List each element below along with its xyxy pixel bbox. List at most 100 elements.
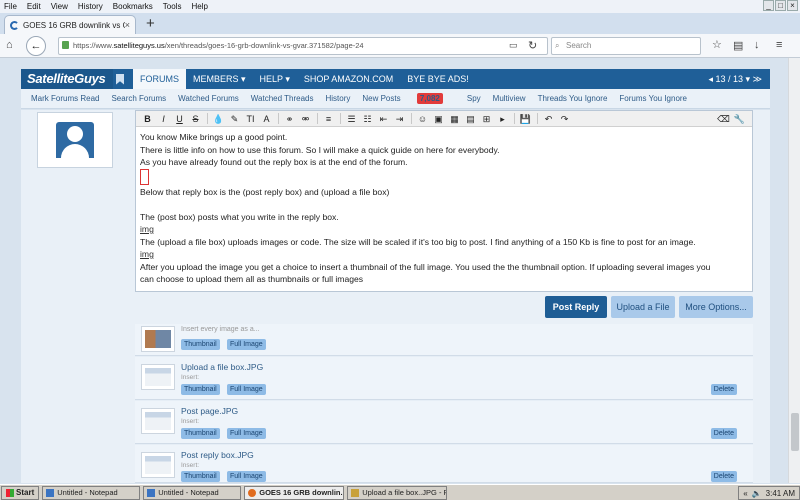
bookmark-icon[interactable] xyxy=(113,69,127,89)
site-logo[interactable]: SatelliteGuys xyxy=(21,69,113,89)
menu-edit[interactable]: Edit xyxy=(27,2,41,11)
taskbar-item-paint[interactable]: Upload a file box..JPG - P... xyxy=(347,485,448,500)
page-scrollbar[interactable] xyxy=(788,58,800,483)
subnav-new-posts[interactable]: New Posts 7,082 xyxy=(362,93,455,104)
italic-icon[interactable]: I xyxy=(156,112,171,125)
subnav-threads-you-ignore[interactable]: Threads You Ignore xyxy=(538,94,608,103)
font-family-icon[interactable]: ✎ xyxy=(227,112,242,125)
nav-forums[interactable]: FORUMS xyxy=(133,69,186,89)
undo-icon[interactable]: ↶ xyxy=(541,112,556,125)
insert-thumbnail-button[interactable]: Thumbnail xyxy=(181,471,220,482)
image-icon[interactable]: ▣ xyxy=(431,112,446,125)
delete-attachment-button[interactable]: Delete xyxy=(710,428,737,439)
attachment-filename[interactable]: Upload a file box.JPG xyxy=(181,362,263,372)
attachment-insert-all: Insert every image as a... Thumbnail Ful… xyxy=(135,324,753,356)
url-path: /xen/threads/goes-16-grb-downlink-vs-gva… xyxy=(164,41,364,50)
taskbar-item-label: Untitled - Notepad xyxy=(158,488,219,497)
search-input[interactable]: ⌕ Search xyxy=(551,37,701,55)
maximize-icon[interactable]: □ xyxy=(775,0,786,11)
insert-all-full-image-button[interactable]: Full Image xyxy=(227,339,266,350)
menu-file[interactable]: File xyxy=(4,2,17,11)
bookmarks-list-icon[interactable]: ▤ xyxy=(733,39,743,52)
taskbar-item-notepad[interactable]: Untitled - Notepad xyxy=(42,485,141,500)
nav-bye-bye-ads[interactable]: BYE BYE ADS! xyxy=(400,69,476,89)
subnav-multiview[interactable]: Multiview xyxy=(493,94,526,103)
insert-all-thumbnail-button[interactable]: Thumbnail xyxy=(181,339,220,350)
editor-body[interactable]: You know Mike brings up a good point. Th… xyxy=(136,127,752,290)
more-icon[interactable]: ▸ xyxy=(495,112,510,125)
close-icon[interactable]: × xyxy=(787,0,798,11)
save-draft-icon[interactable]: 💾 xyxy=(518,112,533,125)
text-color-icon[interactable]: 💧 xyxy=(211,112,226,125)
subnav-watched-threads[interactable]: Watched Threads xyxy=(251,94,314,103)
insert-icon[interactable]: ⊞ xyxy=(479,112,494,125)
remove-formatting-icon[interactable]: ⌫ xyxy=(716,112,731,125)
link-icon[interactable]: ⚭ xyxy=(282,112,297,125)
menu-help[interactable]: Help xyxy=(191,2,207,11)
nav-help[interactable]: HELP ▾ xyxy=(253,69,297,89)
menu-bookmarks[interactable]: Bookmarks xyxy=(113,2,153,11)
taskbar-item-notepad[interactable]: Untitled - Notepad xyxy=(143,485,242,500)
delete-attachment-button[interactable]: Delete xyxy=(710,384,737,395)
nav-members[interactable]: MEMBERS ▾ xyxy=(186,69,253,89)
subnav-search-forums[interactable]: Search Forums xyxy=(111,94,166,103)
upload-file-button[interactable]: Upload a File xyxy=(611,296,675,318)
strikethrough-icon[interactable]: S xyxy=(188,112,203,125)
numbered-list-icon[interactable]: ☷ xyxy=(360,112,375,125)
subnav-mark-forums-read[interactable]: Mark Forums Read xyxy=(31,94,99,103)
unlink-icon[interactable]: ⚮ xyxy=(298,112,313,125)
insert-thumbnail-button[interactable]: Thumbnail xyxy=(181,384,220,395)
delete-attachment-button[interactable]: Delete xyxy=(710,471,737,482)
smiley-icon[interactable]: ☺ xyxy=(415,112,430,125)
menu-history[interactable]: History xyxy=(78,2,103,11)
bookmark-star-icon[interactable]: ☆ xyxy=(712,38,722,51)
attachment-filename[interactable]: Post page.JPG xyxy=(181,406,238,416)
minimize-icon[interactable]: _ xyxy=(763,0,774,11)
page-navigator[interactable]: ◂ 13 / 13 ▾ ≫ xyxy=(709,69,762,89)
attachment-row: Post page.JPG Insert: Thumbnail Full Ima… xyxy=(135,401,753,444)
browser-tab[interactable]: GOES 16 GRB downlink vs GV... × xyxy=(4,15,136,34)
font-size-icon[interactable]: TI xyxy=(243,112,258,125)
volume-icon[interactable]: 🔈 xyxy=(752,489,762,498)
align-icon[interactable]: ≡ xyxy=(321,112,336,125)
forums-subnav: Mark Forums Read Search Forums Watched F… xyxy=(21,89,770,109)
subnav-watched-forums[interactable]: Watched Forums xyxy=(178,94,239,103)
menu-tools[interactable]: Tools xyxy=(163,2,182,11)
reply-editor[interactable]: B I U S 💧 ✎ TI A ⚭ ⚮ ≡ ☰ ☷ ⇤ ⇥ ☺ ▣ ▦ ▤ ⊞… xyxy=(135,110,753,292)
scrollbar-thumb[interactable] xyxy=(791,413,799,451)
indent-icon[interactable]: ⇥ xyxy=(392,112,407,125)
redo-icon[interactable]: ↷ xyxy=(557,112,572,125)
attachment-filename[interactable]: Post reply box.JPG xyxy=(181,450,254,460)
insert-full-image-button[interactable]: Full Image xyxy=(227,384,266,395)
tab-close-icon[interactable]: × xyxy=(125,20,130,30)
code-icon[interactable]: ▤ xyxy=(463,112,478,125)
insert-full-image-button[interactable]: Full Image xyxy=(227,428,266,439)
reader-view-icon[interactable]: ▭ xyxy=(509,40,518,51)
underline-icon[interactable]: U xyxy=(172,112,187,125)
tray-expand-icon[interactable]: « xyxy=(743,489,747,498)
media-icon[interactable]: ▦ xyxy=(447,112,462,125)
back-button[interactable]: ← xyxy=(26,36,46,56)
download-icon[interactable]: ↓ xyxy=(754,39,760,51)
nav-shop-amazon[interactable]: SHOP AMAZON.COM xyxy=(297,69,400,89)
outdent-icon[interactable]: ⇤ xyxy=(376,112,391,125)
hamburger-menu-icon[interactable]: ≡ xyxy=(776,39,782,51)
toggle-bbcode-icon[interactable]: 🔧 xyxy=(732,112,747,125)
url-bar[interactable]: https://www.satelliteguys.us/xen/threads… xyxy=(58,37,548,55)
subnav-forums-you-ignore[interactable]: Forums You Ignore xyxy=(619,94,687,103)
home-icon[interactable]: ⌂ xyxy=(6,39,13,51)
new-tab-icon[interactable]: + xyxy=(146,15,155,32)
post-reply-button[interactable]: Post Reply xyxy=(545,296,607,318)
more-options-button[interactable]: More Options... xyxy=(679,296,753,318)
bold-icon[interactable]: B xyxy=(140,112,155,125)
taskbar-item-firefox[interactable]: GOES 16 GRB downlin... xyxy=(244,485,345,500)
subnav-history[interactable]: History xyxy=(325,94,350,103)
start-button[interactable]: Start xyxy=(1,485,40,500)
text-style-icon[interactable]: A xyxy=(259,112,274,125)
insert-thumbnail-button[interactable]: Thumbnail xyxy=(181,428,220,439)
menu-view[interactable]: View xyxy=(51,2,68,11)
subnav-spy[interactable]: Spy xyxy=(467,94,481,103)
bullet-list-icon[interactable]: ☰ xyxy=(344,112,359,125)
insert-full-image-button[interactable]: Full Image xyxy=(227,471,266,482)
reload-icon[interactable]: ↻ xyxy=(528,39,537,52)
